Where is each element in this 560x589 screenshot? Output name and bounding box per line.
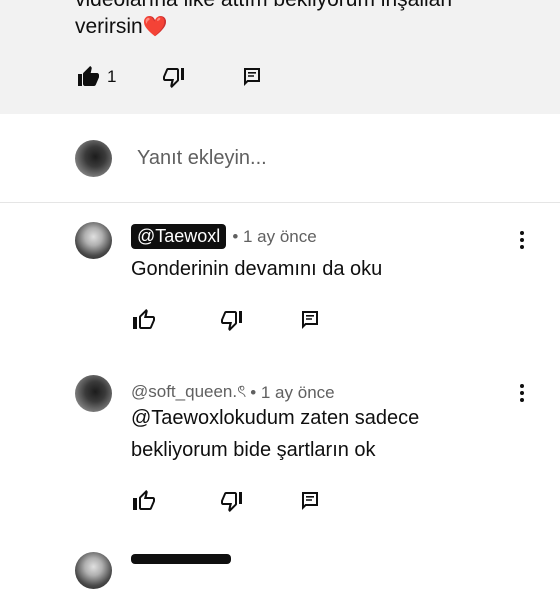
thumbs-up-icon: [133, 309, 155, 329]
comment-text-partial: videolarına like attım bekliyorum inşall…: [75, 0, 452, 12]
reply-text-line: bekliyorum bide şartların ok: [131, 439, 376, 461]
reply-button[interactable]: [297, 307, 323, 333]
dislike-button[interactable]: [219, 307, 245, 333]
like-button[interactable]: [75, 64, 101, 90]
like-button[interactable]: [131, 307, 157, 333]
thumbs-up-filled-icon: [78, 66, 99, 86]
thumbs-down-icon: [221, 311, 242, 331]
more-vertical-icon: [520, 231, 524, 235]
reply-avatar[interactable]: [75, 552, 112, 589]
reply-text: Gonderinin devamını da oku: [131, 253, 382, 285]
reply-time: • 1 ay önce: [250, 383, 335, 402]
reply-comment-icon: [302, 311, 318, 329]
reply-menu-button[interactable]: [512, 381, 532, 405]
more-vertical-icon-dot: [520, 245, 524, 249]
reply-comment-icon: [302, 492, 318, 510]
reply-text-line: @Taewoxlokudum zaten sadece: [131, 407, 420, 429]
comment-text: verirsin❤️: [75, 14, 168, 39]
reply-button[interactable]: [297, 488, 323, 514]
reply-input-placeholder[interactable]: Yanıt ekleyin...: [137, 147, 267, 170]
more-vertical-icon-dot: [520, 238, 524, 242]
reply-author-handle[interactable]: @Taewoxl: [131, 224, 227, 249]
reply-actions: [131, 307, 323, 333]
comment-text-line: verirsin: [75, 15, 143, 38]
reply-button[interactable]: [239, 64, 265, 90]
more-vertical-icon-dot: [520, 398, 524, 402]
like-count: 1: [107, 67, 117, 86]
reply-time: • 1 ay önce: [232, 226, 317, 246]
thumbs-down-icon: [221, 492, 242, 512]
parent-actions: 1: [75, 64, 265, 90]
thumbs-down-icon: [163, 68, 185, 88]
dislike-button[interactable]: [161, 64, 187, 90]
reply-text-line: Gonderinin devamını da oku: [131, 258, 383, 280]
reply-avatar[interactable]: [75, 375, 112, 412]
reply-author-handle-chip[interactable]: [131, 554, 231, 564]
thumbs-up-icon: [133, 490, 155, 510]
reply-header: @Taewoxl • 1 ay önce: [131, 224, 317, 249]
more-vertical-icon-dot: [520, 391, 524, 395]
reply-actions: [131, 488, 323, 514]
reply-avatar[interactable]: [75, 222, 112, 259]
more-vertical-icon: [520, 384, 524, 388]
parent-comment: videolarına like attım bekliyorum inşall…: [0, 0, 560, 114]
dislike-button[interactable]: [219, 488, 245, 514]
like-button[interactable]: [131, 488, 157, 514]
reply-text: @Taewoxlokudum zaten sadece bekliyorum b…: [131, 402, 419, 466]
current-user-avatar: [75, 140, 112, 177]
reply-comment-icon: [244, 68, 261, 86]
reply-menu-button[interactable]: [512, 228, 532, 252]
heart-emoji: ❤️: [142, 16, 168, 38]
